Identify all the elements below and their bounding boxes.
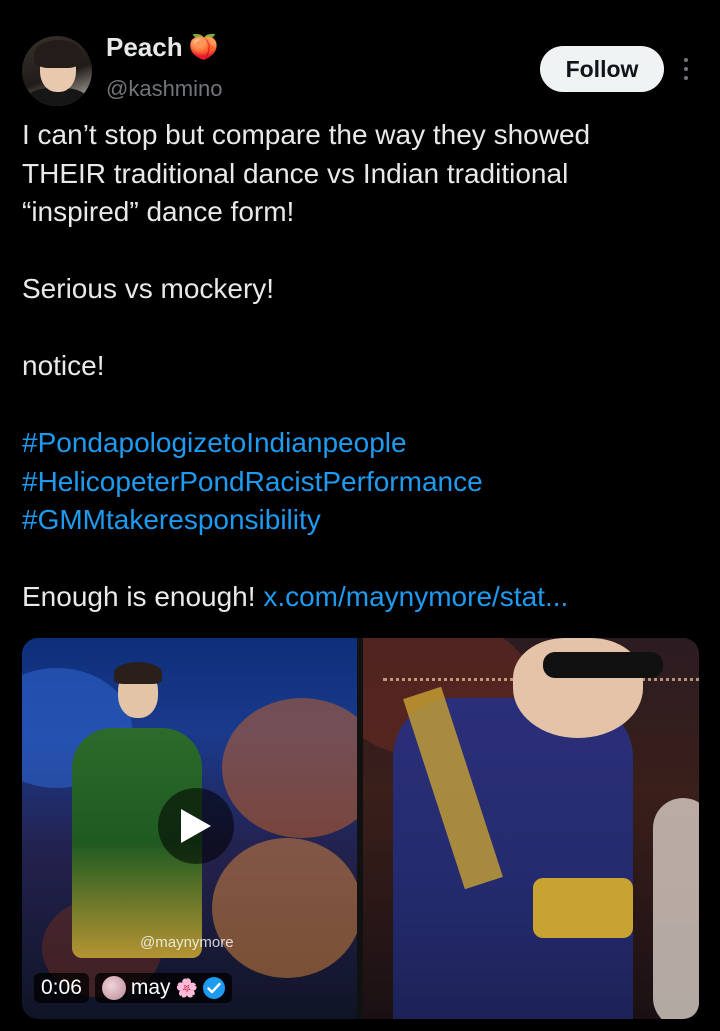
flower-emoji: 🌸 — [175, 978, 198, 998]
verified-badge-icon — [202, 977, 225, 999]
avatar-hair — [34, 40, 82, 68]
source-user-name: may — [130, 976, 171, 999]
tweet-line: notice! — [22, 350, 105, 381]
hashtag-link[interactable]: #PondapologizetoIndianpeople — [22, 427, 407, 458]
author-handle[interactable]: @kashmino — [106, 76, 223, 102]
tweet-line: Serious vs mockery! — [22, 273, 275, 304]
video-thumbnail[interactable]: @maynymore 0:06 may 🌸 — [22, 638, 357, 1019]
hashtag-link[interactable]: #HelicopeterPondRacistPerformance — [22, 466, 483, 497]
tweet-header: Peach 🍑 @kashmino Follow — [22, 30, 702, 110]
more-options-icon[interactable] — [674, 58, 698, 80]
quoted-post-link[interactable]: x.com/maynymore/stat... — [263, 581, 568, 612]
closing-text: Enough is enough! — [22, 581, 264, 612]
author-avatar[interactable] — [22, 36, 92, 106]
source-avatar — [101, 976, 126, 1000]
hashtag-link[interactable]: #GMMtakeresponsibility — [22, 504, 321, 535]
author-name-row[interactable]: Peach 🍑 — [106, 32, 219, 63]
tweet-line: “inspired” dance form! — [22, 196, 295, 227]
image-thumbnail[interactable] — [363, 638, 699, 1019]
tweet-line: THEIR traditional dance vs Indian tradit… — [22, 157, 569, 189]
tweet-text: I can’t stop but compare the way they sh… — [22, 116, 702, 617]
video-watermark: @maynymore — [140, 934, 234, 951]
more-dot — [684, 58, 688, 62]
play-icon[interactable] — [158, 788, 234, 864]
media-grid: @maynymore 0:06 may 🌸 — [22, 638, 699, 1019]
more-dot — [684, 67, 688, 71]
source-user-badge[interactable]: may 🌸 — [94, 973, 232, 1003]
peach-emoji: 🍑 — [188, 33, 219, 61]
author-name[interactable]: Peach — [106, 32, 183, 63]
follow-button[interactable]: Follow — [540, 46, 664, 92]
more-dot — [684, 76, 688, 80]
video-info-bar: 0:06 may 🌸 — [34, 971, 232, 1005]
video-duration: 0:06 — [34, 973, 89, 1003]
tweet-line: I can’t stop but compare the way they sh… — [22, 119, 591, 150]
